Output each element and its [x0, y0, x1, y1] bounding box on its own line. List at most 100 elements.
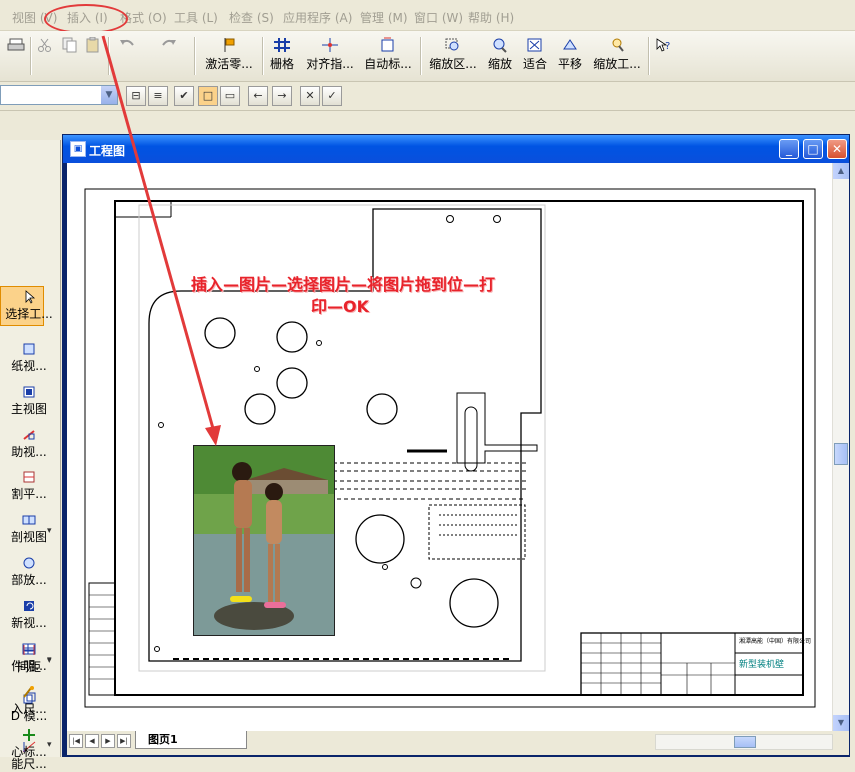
refresh-view-label: 新视... [11, 616, 47, 630]
menu-tools[interactable]: 工具 (L) [174, 9, 218, 26]
crosshair-icon [322, 38, 338, 52]
style-button-2[interactable]: ≡ [148, 86, 168, 106]
zoom-button[interactable]: 缩放 [485, 37, 515, 77]
sheet-view-label: 纸视... [11, 359, 47, 373]
drawing-canvas[interactable]: 湘潭高能（中国）有限公司 新型装机壁 插入—图片—选择图片—将图片拖到位—打 印… [67, 163, 835, 731]
scroll-thumb[interactable] [834, 443, 848, 465]
grid-button[interactable]: 栅格 [266, 37, 298, 77]
section-view-label: 剖视图 [10, 530, 47, 544]
hscroll-thumb[interactable] [734, 736, 756, 748]
check-list-button[interactable]: ✔ [174, 86, 194, 106]
auxiliary-view-label: 助视... [11, 445, 47, 459]
cutting-plane-button[interactable]: 割平... [0, 470, 58, 502]
section-view-icon [22, 515, 36, 525]
chevron-down-icon[interactable]: ▾ [47, 655, 52, 665]
arrow-left-button[interactable]: ← [248, 86, 268, 106]
children-photo-image [194, 446, 334, 635]
zoom-tool-button[interactable]: 缩放工... [590, 37, 644, 77]
last-sheet-icon[interactable]: ▶| [117, 734, 131, 748]
sheet-tab-bar: |◀ ◀ ▶ ▶| 图页1 [67, 731, 849, 755]
next-sheet-icon[interactable]: ▶ [101, 734, 115, 748]
undo-button[interactable] [114, 37, 140, 77]
activate-part-label: 激活零... [205, 57, 253, 71]
undo-icon [120, 39, 134, 46]
drawing-tools-panel: 选择工... 纸视... 主视图 助视... 割平... 剖视图 ▾ 部放...… [0, 140, 61, 771]
print-button[interactable] [6, 37, 26, 77]
smart-dimension-icon [22, 741, 36, 753]
parts-list-label: 件明... [11, 659, 47, 673]
grid-icon [274, 38, 290, 52]
arrow-right-button[interactable]: → [272, 86, 292, 106]
cutting-plane-label: 割平... [11, 487, 47, 501]
pan-button[interactable]: 平移 [555, 37, 585, 77]
scroll-up-icon[interactable]: ▲ [833, 163, 849, 179]
pan-icon [563, 39, 577, 50]
drawing-window-titlebar[interactable]: ▣ 工程图 _ □ ✕ [63, 135, 849, 163]
sheet-tab[interactable]: 图页1 [135, 731, 247, 749]
menu-bar: 视图 (V) 插入 (I) 格式 (O) 工具 (L) 检查 (S) 应用程序 … [0, 0, 855, 34]
chevron-down-icon[interactable]: ▾ [47, 526, 52, 536]
magnifier-icon [493, 38, 507, 53]
drawing-document-icon: ▣ [70, 141, 86, 157]
paste-button[interactable] [84, 37, 102, 77]
select-tool-button[interactable]: 选择工... [0, 290, 58, 322]
page-button[interactable]: ▭ [220, 86, 240, 106]
zoom-area-label: 缩放区... [429, 57, 477, 71]
smart-dimension-button[interactable]: 能尺... [0, 740, 58, 772]
auto-dimension-label: 自动标... [364, 57, 412, 71]
instruction-text-line2: 印—OK [311, 297, 370, 316]
cutting-plane-icon [23, 471, 35, 483]
drawing-window: ▣ 工程图 _ □ ✕ 湘潭高能（中国）有限公司 新型装机壁 插入—图片—选择图… [62, 134, 850, 757]
menu-manage[interactable]: 管理 (M) [360, 9, 408, 26]
refresh-view-button[interactable]: 新视... [0, 599, 58, 631]
activate-part-button[interactable]: 激活零... [202, 37, 256, 77]
menu-window[interactable]: 窗口 (W) [414, 9, 463, 26]
scroll-down-icon[interactable]: ▼ [833, 715, 849, 731]
snap-label: 对齐指... [306, 57, 354, 71]
model-3d-label: D 模... [10, 709, 48, 723]
secondary-toolbar: ▼ ⊟ ≡ ✔ □ ▭ ← → ✕ ✓ [0, 82, 855, 111]
main-view-button[interactable]: 主视图 [0, 385, 58, 417]
chevron-down-icon: ▼ [101, 86, 117, 104]
cut-button[interactable] [36, 37, 54, 77]
menu-applications[interactable]: 应用程序 (A) [283, 9, 352, 26]
maximize-button[interactable]: □ [803, 139, 823, 159]
copy-button[interactable] [60, 37, 78, 77]
fit-label: 适合 [522, 57, 547, 71]
inserted-photo[interactable] [193, 445, 335, 636]
menu-help[interactable]: 帮助 (H) [468, 9, 514, 26]
copy-icon [62, 37, 77, 53]
instruction-text-line1: 插入—图片—选择图片—将图片拖到位—打 [191, 275, 496, 294]
fit-button[interactable]: 适合 [520, 37, 550, 77]
first-sheet-icon[interactable]: |◀ [69, 734, 83, 748]
menu-inspect[interactable]: 检查 (S) [229, 9, 274, 26]
auto-dimension-icon [381, 37, 394, 52]
redo-button[interactable] [156, 37, 182, 77]
cancel-button[interactable]: ✕ [300, 86, 320, 106]
prev-sheet-icon[interactable]: ◀ [85, 734, 99, 748]
frame-button[interactable]: □ [198, 86, 218, 106]
model-3d-button[interactable]: D 模... [0, 692, 58, 724]
auxiliary-view-button[interactable]: 助视... [0, 428, 58, 460]
drawing-window-title: 工程图 [89, 144, 126, 158]
sheet-view-icon [23, 343, 35, 355]
vertical-scrollbar[interactable]: ▲ ▼ [832, 163, 849, 731]
style-combo[interactable]: ▼ [0, 85, 118, 105]
whats-this-button[interactable]: ? [654, 37, 674, 77]
zoom-area-icon [445, 38, 459, 51]
right-edge [850, 134, 855, 757]
minimize-button[interactable]: _ [779, 139, 799, 159]
close-button[interactable]: ✕ [827, 139, 847, 159]
sheet-view-button[interactable]: 纸视... [0, 342, 58, 374]
style-button-1[interactable]: ⊟ [126, 86, 146, 106]
horizontal-scrollbar[interactable] [655, 734, 833, 750]
auto-dimension-button[interactable]: 自动标... [362, 37, 414, 77]
printer-icon [7, 38, 25, 51]
accept-button[interactable]: ✓ [322, 86, 342, 106]
clipboard-icon [86, 37, 99, 53]
detail-view-button[interactable]: 部放... [0, 556, 58, 588]
zoom-area-button[interactable]: 缩放区... [426, 37, 480, 77]
snap-button[interactable]: 对齐指... [302, 37, 358, 77]
main-view-label: 主视图 [10, 402, 47, 416]
main-view-icon [23, 386, 35, 398]
